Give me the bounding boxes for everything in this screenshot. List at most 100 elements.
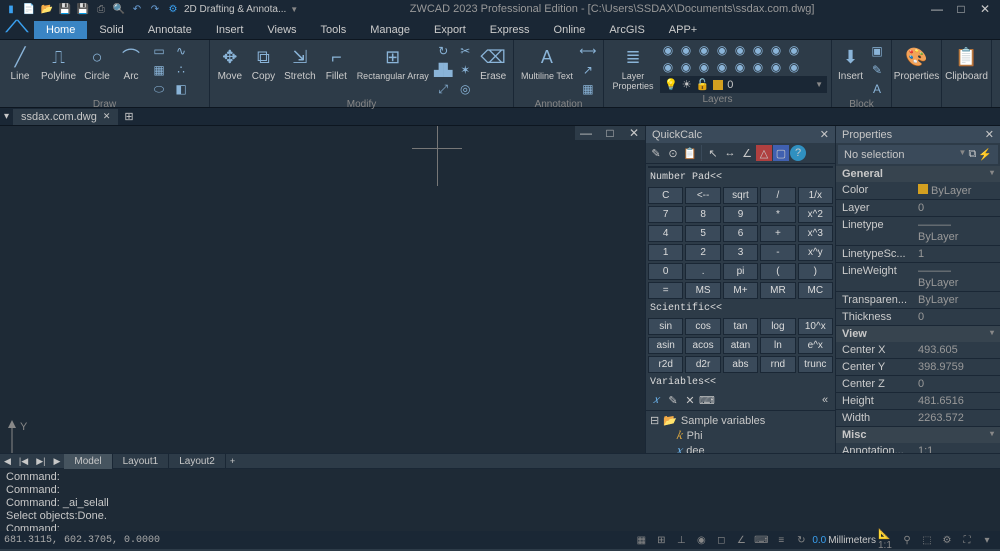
- circle-button[interactable]: ○Circle: [81, 42, 113, 84]
- paste-icon[interactable]: 📋: [682, 145, 698, 161]
- layer-icon[interactable]: ◉: [750, 59, 766, 75]
- polyline-button[interactable]: ⎍Polyline: [38, 42, 79, 84]
- calc-button-x^y[interactable]: x^y: [798, 244, 833, 261]
- prop-row[interactable]: ColorByLayer: [836, 182, 1000, 200]
- attr-button[interactable]: A: [867, 80, 887, 98]
- stretch-button[interactable]: ⇲Stretch: [281, 42, 318, 84]
- insert-button[interactable]: ⬇Insert: [836, 42, 865, 84]
- line-button[interactable]: ╱Line: [4, 42, 36, 84]
- calc-button-/[interactable]: /: [760, 187, 795, 204]
- units-label[interactable]: Millimeters: [828, 535, 876, 546]
- layer-props-button[interactable]: ≣Layer Properties: [608, 42, 658, 93]
- ellipse-button[interactable]: ⬭: [149, 80, 169, 98]
- calc-button--[interactable]: -: [760, 244, 795, 261]
- calc-button-x^3[interactable]: x^3: [798, 225, 833, 242]
- calc-button-pi[interactable]: pi: [723, 263, 758, 280]
- lwt-button[interactable]: ≡: [772, 533, 790, 547]
- layout-tab-2[interactable]: Layout2: [169, 454, 226, 469]
- spline-button[interactable]: ∿: [171, 42, 191, 60]
- calc-button-log[interactable]: log: [760, 318, 795, 335]
- layer-icon[interactable]: ◉: [786, 59, 802, 75]
- history-icon[interactable]: ⊙: [665, 145, 681, 161]
- tab-insert[interactable]: Insert: [204, 21, 256, 39]
- layer-icon[interactable]: ◉: [786, 42, 802, 58]
- workspace-icon[interactable]: ⚙: [166, 2, 180, 16]
- calc-button-2[interactable]: 2: [685, 244, 720, 261]
- var-new-icon[interactable]: 𝑥: [648, 392, 664, 408]
- calc-button-MC[interactable]: MC: [798, 282, 833, 299]
- panel-close-button[interactable]: ✕: [820, 128, 829, 141]
- fullscreen-button[interactable]: ⛶: [958, 533, 976, 547]
- layer-icon[interactable]: ◉: [696, 42, 712, 58]
- tab-tools[interactable]: Tools: [309, 21, 359, 39]
- dropdown-icon[interactable]: ▾: [0, 111, 13, 122]
- minimize-button[interactable]: —: [926, 2, 948, 16]
- calc-button-cos[interactable]: cos: [685, 318, 720, 335]
- calc-button-M+[interactable]: M+: [723, 282, 758, 299]
- canvas-close-button[interactable]: ✕: [623, 126, 645, 140]
- mirror-button[interactable]: ▟▙: [433, 61, 453, 79]
- layer-icon[interactable]: ◉: [660, 42, 676, 58]
- tab-home[interactable]: Home: [34, 21, 87, 39]
- layer-icon[interactable]: ◉: [750, 42, 766, 58]
- calc-button-*[interactable]: *: [760, 206, 795, 223]
- copy-button[interactable]: ⧉Copy: [248, 42, 280, 84]
- maximize-button[interactable]: □: [950, 2, 972, 16]
- prop-row[interactable]: Center X493.605: [836, 342, 1000, 359]
- calc-button-8[interactable]: 8: [685, 206, 720, 223]
- save-icon[interactable]: 💾: [58, 2, 72, 16]
- polar-button[interactable]: ◉: [692, 533, 710, 547]
- iso-button[interactable]: ⬚: [918, 533, 936, 547]
- prop-row[interactable]: Center Y398.9759: [836, 359, 1000, 376]
- pickadd-icon[interactable]: ⚡: [978, 148, 992, 161]
- numpad-label[interactable]: Number Pad<<: [646, 170, 835, 185]
- layer-dropdown[interactable]: 💡☀🔓0▼: [660, 76, 827, 93]
- layout-tab-1[interactable]: Layout1: [113, 454, 170, 469]
- grid-button[interactable]: ⊞: [652, 533, 670, 547]
- calc-button-C[interactable]: C: [648, 187, 683, 204]
- move-button[interactable]: ✥Move: [214, 42, 246, 84]
- canvas-max-button[interactable]: □: [599, 126, 621, 140]
- layer-icon[interactable]: ◉: [678, 59, 694, 75]
- panel-close-button[interactable]: ✕: [985, 128, 994, 141]
- rotate-button[interactable]: ↻: [433, 42, 453, 60]
- properties-button[interactable]: 🎨Properties: [896, 42, 937, 84]
- point-button[interactable]: ∴: [171, 61, 191, 79]
- vars-group[interactable]: ⊟📂Sample variables: [650, 413, 831, 428]
- calc-button-r2d[interactable]: r2d: [648, 356, 683, 373]
- prop-row[interactable]: Layer0: [836, 200, 1000, 217]
- tab-express[interactable]: Express: [478, 21, 542, 39]
- calc-button-6[interactable]: 6: [723, 225, 758, 242]
- calc-button-sqrt[interactable]: sqrt: [723, 187, 758, 204]
- mtext-button[interactable]: AMultiline Text: [518, 42, 576, 83]
- layer-icon[interactable]: ◉: [714, 42, 730, 58]
- hw-button[interactable]: ⚙: [938, 533, 956, 547]
- tab-first-button[interactable]: |◀: [15, 454, 32, 469]
- saveas-icon[interactable]: 💾: [76, 2, 90, 16]
- prop-row[interactable]: Thickness0: [836, 309, 1000, 326]
- prop-row[interactable]: Center Z0: [836, 376, 1000, 393]
- prop-category[interactable]: View▾: [836, 326, 1000, 342]
- customize-button[interactable]: ▾: [978, 533, 996, 547]
- tab-last-button[interactable]: ▶|: [32, 454, 49, 469]
- hatch-button[interactable]: ▦: [149, 61, 169, 79]
- calc-button-x^2[interactable]: x^2: [798, 206, 833, 223]
- annoscale-button[interactable]: ⚲: [898, 533, 916, 547]
- calc-button-sin[interactable]: sin: [648, 318, 683, 335]
- calc-button-3[interactable]: 3: [723, 244, 758, 261]
- open-icon[interactable]: 📂: [40, 2, 54, 16]
- vars-label[interactable]: Variables<<: [646, 375, 835, 390]
- prop-row[interactable]: Linetype——— ByLayer: [836, 217, 1000, 246]
- tab-manage[interactable]: Manage: [358, 21, 422, 39]
- layer-icon[interactable]: ◉: [732, 42, 748, 58]
- array-button[interactable]: ⊞Rectangular Array: [354, 42, 431, 83]
- angle-icon[interactable]: ∠: [739, 145, 755, 161]
- calc-button-([interactable]: (: [760, 263, 795, 280]
- new-tab-button[interactable]: ⊞: [118, 110, 139, 123]
- offset-button[interactable]: ◎: [455, 80, 475, 98]
- tab-online[interactable]: Online: [542, 21, 598, 39]
- erase-button[interactable]: ⌫Erase: [477, 42, 509, 84]
- calc-button-4[interactable]: 4: [648, 225, 683, 242]
- layer-icon[interactable]: ◉: [678, 42, 694, 58]
- prop-row[interactable]: LineWeight——— ByLayer: [836, 263, 1000, 292]
